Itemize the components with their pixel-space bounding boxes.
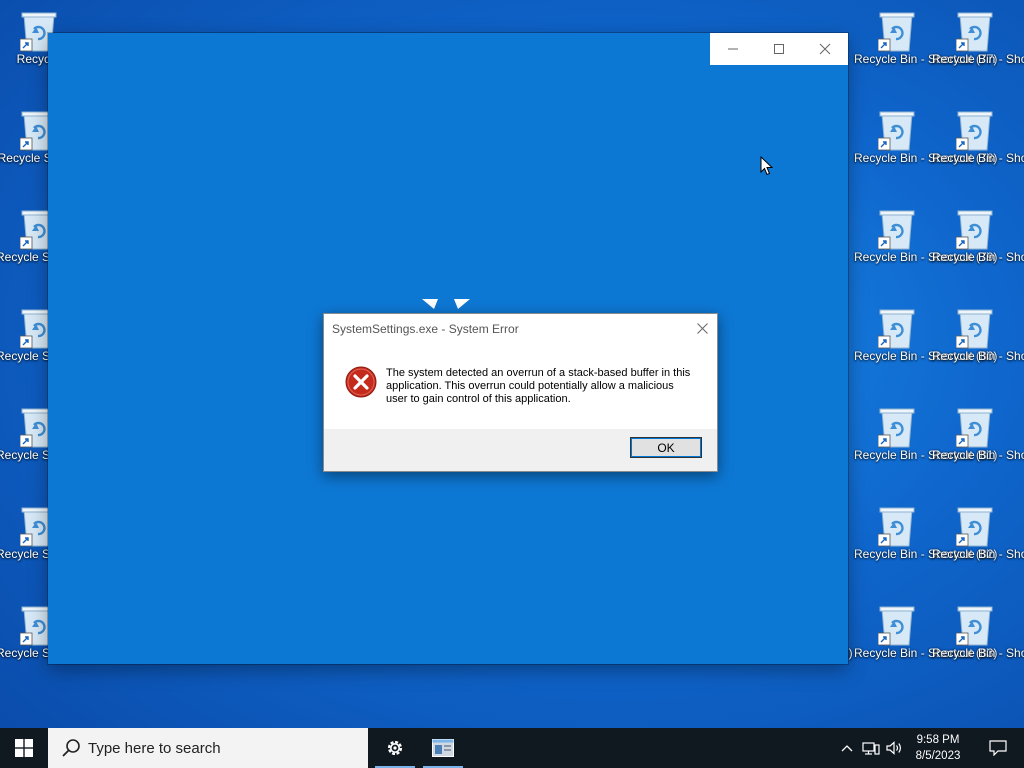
close-icon <box>696 322 708 334</box>
desktop-icon-recycle-bin-shortcut[interactable]: R S <box>1014 1 1024 93</box>
recycle-bin-icon <box>877 207 916 251</box>
desktop-icon-recycle-bin-shortcut[interactable]: R S <box>1014 199 1024 291</box>
desktop-icon-label: R S <box>1010 646 1024 661</box>
dialog-message: The system detected an overrun of a stac… <box>386 367 691 405</box>
recycle-bin-icon <box>955 9 994 53</box>
desktop-icon-recycle-bin-shortcut[interactable]: Recycle Bin - Shortcut (86) <box>932 199 1024 291</box>
notification-icon <box>989 740 1007 756</box>
desktop-icon-label: R S <box>1010 52 1024 67</box>
maximize-button[interactable] <box>756 33 802 65</box>
desktop: Recycle Recycle Shortc Recycle Shortcu Recy… <box>0 0 1024 728</box>
volume-button[interactable] <box>884 728 906 768</box>
taskbar-clock[interactable]: 9:58 PM 8/5/2023 <box>908 732 968 764</box>
recycle-bin-icon <box>955 405 994 449</box>
network-button[interactable] <box>860 728 882 768</box>
mouse-cursor-icon <box>760 156 774 176</box>
ok-button[interactable]: OK <box>630 437 702 458</box>
recycle-bin-icon <box>955 108 994 152</box>
desktop-icon-label: Recycle Bin - Shortcut (77) <box>854 52 998 66</box>
close-icon <box>819 43 831 55</box>
desktop-icon-recycle-bin-shortcut[interactable]: Recycle Bin - Shortcut (81) <box>854 397 997 489</box>
dialog-title: SystemSettings.exe - System Error <box>332 322 519 336</box>
clock-time: 9:58 PM <box>916 734 960 746</box>
desktop-icon-label: Recycle Bin - Shortcut (88) <box>932 448 1024 462</box>
recycle-bin-icon <box>877 108 916 152</box>
desktop-icon-label: R S <box>1010 250 1024 265</box>
desktop-icon-recycle-bin-shortcut[interactable]: R S <box>1014 595 1024 687</box>
desktop-icon-label: Recycle Bin - Shortcut (82) <box>854 547 998 561</box>
recycle-bin-icon <box>877 306 916 350</box>
action-center-button[interactable] <box>986 728 1010 768</box>
desktop-icon-recycle-bin-shortcut[interactable]: R S <box>1014 100 1024 192</box>
system-error-dialog: SystemSettings.exe - System Error The sy… <box>323 313 718 472</box>
desktop-icon-recycle-bin-shortcut[interactable]: Recycle Bin - Shortcut (89) <box>932 496 1024 588</box>
desktop-icon-label: R S <box>1010 349 1024 364</box>
desktop-icon-label: Recycle Bin - Shortcut (83) <box>854 646 998 660</box>
desktop-icon-recycle-bin-shortcut[interactable]: Recycle Bin - Shortcut (83) <box>854 595 997 687</box>
desktop-icon-label: Recycle Bin - Shortcut (86) <box>932 250 1024 264</box>
dialog-close-button[interactable] <box>693 319 711 337</box>
close-button[interactable] <box>802 33 848 65</box>
show-hidden-icons-button[interactable] <box>838 728 856 768</box>
windows-logo-icon <box>15 739 33 757</box>
search-icon <box>62 739 80 757</box>
desktop-icon-recycle-bin-shortcut[interactable]: Recycle Bin - Shortcut (77) <box>854 1 997 93</box>
taskbar: Type here to search 9:58 PM 8/5/2023 <box>0 728 1024 768</box>
minimize-button[interactable] <box>710 33 756 65</box>
desktop-icon-recycle-bin-shortcut[interactable]: Recycle Bin - Shortcut (87) <box>932 298 1024 390</box>
splash-logo-icon <box>422 299 470 309</box>
desktop-icon-label: Recycle Bin - Shortcut (84) <box>932 52 1024 66</box>
desktop-icon-label: R S <box>1010 151 1024 166</box>
recycle-bin-icon <box>877 9 916 53</box>
settings-gear-icon <box>387 740 403 756</box>
recycle-bin-icon <box>955 306 994 350</box>
desktop-icon-label: Recycle Bin - Shortcut (87) <box>932 349 1024 363</box>
taskbar-settings-app[interactable] <box>371 728 419 768</box>
dialog-footer: OK <box>324 429 717 471</box>
desktop-icon-label: Recycle Bin - Shortcut (78) <box>854 151 998 165</box>
desktop-icon-recycle-bin-shortcut[interactable]: Recycle Bin - Shortcut (82) <box>854 496 997 588</box>
error-icon <box>345 366 377 398</box>
recycle-bin-icon <box>877 405 916 449</box>
desktop-icon-label: Recycle Bin - Shortcut (80) <box>854 349 998 363</box>
maximize-icon <box>774 44 784 54</box>
desktop-icon-recycle-bin-shortcut[interactable]: R S <box>1014 397 1024 489</box>
taskbar-search-box[interactable]: Type here to search <box>48 728 368 768</box>
clock-date: 8/5/2023 <box>915 750 961 762</box>
recycle-bin-icon <box>955 603 994 647</box>
minimize-icon <box>728 48 738 50</box>
desktop-icon-label: Recycle Bin - Shortcut (81) <box>854 448 998 462</box>
desktop-icon-recycle-bin-shortcut[interactable]: Recycle Bin - Shortcut (80) <box>854 298 997 390</box>
desktop-icon-label: Recycle Bin - Shortcut (85) <box>932 151 1024 165</box>
desktop-icon-recycle-bin-shortcut[interactable]: R S <box>1014 496 1024 588</box>
desktop-icon-recycle-bin-shortcut[interactable]: Recycle Bin - Shortcut (85) <box>932 100 1024 192</box>
window-caption-buttons <box>710 33 848 65</box>
chevron-up-icon <box>841 745 853 752</box>
desktop-icon-label: Recycle Bin - Shortcut (89) <box>932 547 1024 561</box>
start-button[interactable] <box>0 728 48 768</box>
network-icon <box>862 742 880 755</box>
recycle-bin-icon <box>877 603 916 647</box>
desktop-icon-label: R S <box>1010 547 1024 562</box>
recycle-bin-icon <box>877 504 916 548</box>
desktop-icon-recycle-bin-shortcut[interactable]: Recycle Bin - Shortcut (88) <box>932 397 1024 489</box>
desktop-icon-recycle-bin-shortcut[interactable]: Recycle Bin - Shortcut (90) <box>932 595 1024 687</box>
desktop-icon-recycle-bin-shortcut[interactable]: R S <box>1014 298 1024 390</box>
desktop-icon-label: Recycle Bin - Shortcut (90) <box>932 646 1024 660</box>
volume-icon <box>886 741 901 755</box>
recycle-bin-icon <box>955 207 994 251</box>
desktop-icon-label: Recycle Bin - Shortcut (79) <box>854 250 998 264</box>
recycle-bin-icon <box>955 504 994 548</box>
desktop-icon-recycle-bin-shortcut[interactable]: Recycle Bin - Shortcut (78) <box>854 100 997 192</box>
app-window-icon <box>432 739 454 757</box>
desktop-icon-label: R S <box>1010 448 1024 463</box>
desktop-icon-recycle-bin-shortcut[interactable]: Recycle Bin - Shortcut (79) <box>854 199 997 291</box>
desktop-icon-recycle-bin-shortcut[interactable]: Recycle Bin - Shortcut (84) <box>932 1 1024 93</box>
search-placeholder: Type here to search <box>88 739 221 757</box>
taskbar-window-app[interactable] <box>419 728 467 768</box>
